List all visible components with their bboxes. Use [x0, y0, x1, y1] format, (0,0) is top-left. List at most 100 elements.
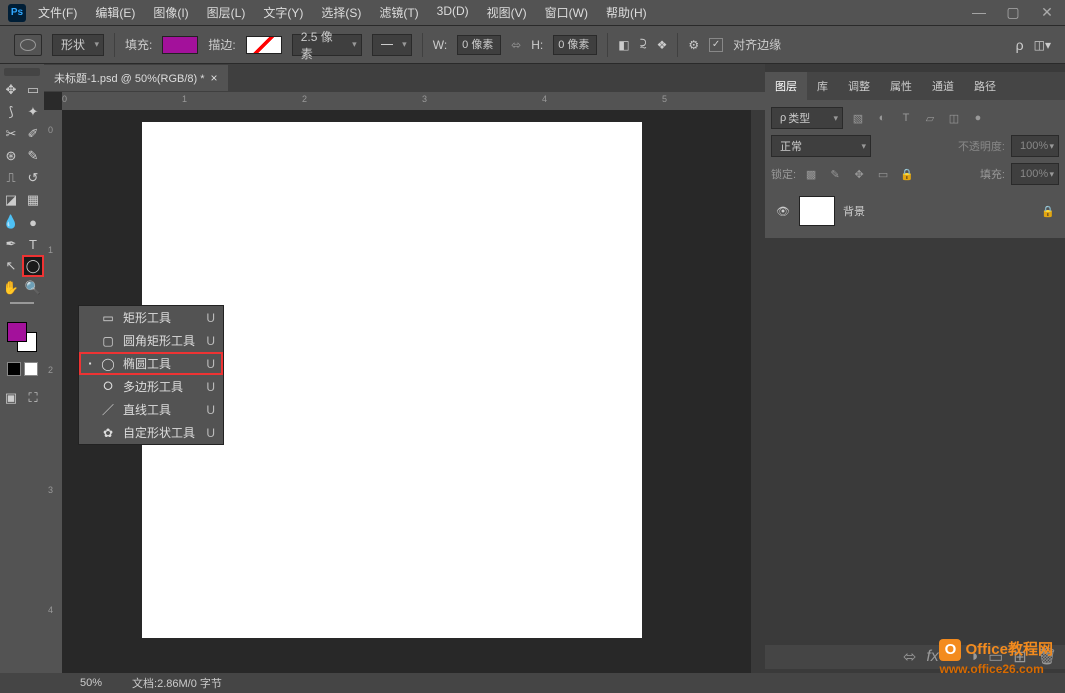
tab-libraries[interactable]: 库 — [807, 72, 838, 100]
filter-type-icon[interactable]: T — [897, 112, 915, 124]
fg-color[interactable] — [7, 322, 27, 342]
tab-close-icon[interactable]: × — [211, 71, 218, 85]
polygon-icon: ⭘ — [101, 379, 115, 394]
tab-channels[interactable]: 通道 — [922, 72, 964, 100]
gear-icon[interactable]: ⚙ — [688, 38, 699, 52]
move-tool[interactable]: ✥ — [1, 80, 21, 100]
ellipse-flyout-icon: ◯ — [101, 357, 115, 371]
menu-type[interactable]: 文字(Y) — [263, 4, 303, 21]
tab-adjustments[interactable]: 调整 — [838, 72, 880, 100]
path-ops-icon[interactable]: ◧ — [618, 38, 629, 52]
menu-items: 文件(F) 编辑(E) 图像(I) 图层(L) 文字(Y) 选择(S) 滤镜(T… — [38, 4, 647, 21]
tab-properties[interactable]: 属性 — [880, 72, 922, 100]
menu-file[interactable]: 文件(F) — [38, 4, 77, 21]
shape-mode-dropdown[interactable]: 形状 — [52, 34, 104, 56]
menu-layer[interactable]: 图层(L) — [207, 4, 246, 21]
fill-opacity-field[interactable]: 100% — [1011, 163, 1059, 185]
opacity-label: 不透明度: — [958, 138, 1005, 154]
width-field[interactable]: 0 像素 — [457, 35, 501, 55]
layer-row[interactable]: 👁 背景 🔒 — [771, 190, 1059, 232]
lock-artboard-icon[interactable]: ▭ — [874, 168, 892, 181]
tab-paths[interactable]: 路径 — [964, 72, 1006, 100]
height-field[interactable]: 0 像素 — [553, 35, 597, 55]
link-icon[interactable]: ⬄ — [511, 38, 521, 52]
close-button[interactable]: ✕ — [1037, 4, 1057, 21]
fx-icon[interactable]: fx — [926, 648, 938, 666]
gradient-tool[interactable]: ▦ — [23, 190, 43, 210]
menu-window[interactable]: 窗口(W) — [545, 4, 588, 21]
flyout-line[interactable]: ／直线工具U — [79, 398, 223, 421]
eyedropper-tool[interactable]: ✐ — [23, 124, 43, 144]
menu-select[interactable]: 选择(S) — [321, 4, 361, 21]
lock-all-icon[interactable]: 🔒 — [898, 168, 916, 181]
menu-3d[interactable]: 3D(D) — [437, 4, 469, 21]
align-icon[interactable]: ⫈ — [640, 37, 647, 52]
healing-tool[interactable]: ⊛ — [1, 146, 21, 166]
minimize-button[interactable]: — — [969, 4, 989, 21]
stamp-tool[interactable]: ⎍ — [1, 168, 21, 188]
menu-filter[interactable]: 滤镜(T) — [379, 4, 418, 21]
screenmode-tool[interactable]: ⛶ — [23, 388, 43, 408]
menu-view[interactable]: 视图(V) — [487, 4, 527, 21]
lock-move-icon[interactable]: ✥ — [850, 168, 868, 181]
stroke-width-field[interactable]: 2.5 像素 — [292, 34, 362, 56]
filter-toggle-icon[interactable]: ● — [969, 112, 987, 124]
layer-filter-dropdown[interactable]: ρ类型 — [771, 107, 843, 129]
blur-tool[interactable]: 💧 — [1, 212, 21, 232]
type-tool[interactable]: T — [23, 234, 43, 254]
hand-tool[interactable]: ✋ — [1, 278, 21, 298]
color-swatches[interactable] — [7, 322, 37, 352]
flyout-rounded-rectangle[interactable]: ▢圆角矩形工具U — [79, 329, 223, 352]
layer-thumbnail[interactable] — [799, 196, 835, 226]
stroke-style-dropdown[interactable] — [372, 34, 412, 56]
blend-mode-dropdown[interactable]: 正常 — [771, 135, 871, 157]
quickmask-tool[interactable]: ▣ — [1, 388, 21, 408]
flyout-polygon[interactable]: ⭘多边形工具U — [79, 375, 223, 398]
maximize-button[interactable]: ▢ — [1003, 4, 1023, 21]
scrollbar-vertical[interactable] — [751, 110, 765, 673]
menu-edit[interactable]: 编辑(E) — [95, 4, 135, 21]
doc-info[interactable]: 文档:2.86M/0 字节 — [132, 675, 222, 691]
current-tool-indicator[interactable] — [14, 34, 42, 56]
align-edges-checkbox[interactable]: ✓ — [709, 38, 723, 52]
stroke-swatch[interactable] — [246, 36, 282, 54]
watermark: OOffice教程网 www.office26.com — [939, 639, 1053, 678]
mini-black[interactable] — [7, 362, 21, 376]
lock-pixels-icon[interactable]: ▩ — [802, 168, 820, 181]
document-tab[interactable]: 未标题-1.psd @ 50%(RGB/8) * × — [44, 65, 228, 91]
visibility-icon[interactable]: 👁 — [775, 205, 791, 218]
arrange-icon[interactable]: ❖ — [657, 38, 668, 52]
flyout-custom-shape[interactable]: ✿自定形状工具U — [79, 421, 223, 444]
zoom-tool[interactable]: 🔍 — [23, 278, 43, 298]
workspace-icon[interactable]: ◫▾ — [1034, 38, 1051, 52]
crop-tool[interactable]: ✂ — [1, 124, 21, 144]
link-layers-icon[interactable]: ⬄ — [903, 647, 916, 667]
menu-help[interactable]: 帮助(H) — [606, 4, 647, 21]
search-icon[interactable]: ρ — [1016, 37, 1024, 53]
layer-lock-icon[interactable]: 🔒 — [1041, 205, 1055, 218]
opacity-field[interactable]: 100% — [1011, 135, 1059, 157]
menu-image[interactable]: 图像(I) — [153, 4, 188, 21]
history-brush-tool[interactable]: ↺ — [23, 168, 43, 188]
fill-swatch[interactable] — [162, 36, 198, 54]
dodge-tool[interactable]: ● — [23, 212, 43, 232]
brush-tool[interactable]: ✎ — [23, 146, 43, 166]
path-select-tool[interactable]: ↖ — [1, 256, 21, 276]
zoom-level[interactable]: 50% — [80, 677, 102, 689]
flyout-rectangle[interactable]: ▭矩形工具U — [79, 306, 223, 329]
tab-layers[interactable]: 图层 — [765, 72, 807, 100]
mini-white[interactable] — [24, 362, 38, 376]
toolbox-grip[interactable] — [4, 68, 40, 76]
marquee-tool[interactable]: ▭ — [23, 80, 43, 100]
shape-tool[interactable]: ◯ — [23, 256, 43, 276]
pen-tool[interactable]: ✒ — [1, 234, 21, 254]
filter-smart-icon[interactable]: ◫ — [945, 112, 963, 125]
filter-adjust-icon[interactable]: ◐ — [873, 112, 891, 124]
magic-wand-tool[interactable]: ✦ — [23, 102, 43, 122]
lock-brush-icon[interactable]: ✎ — [826, 168, 844, 181]
eraser-tool[interactable]: ◪ — [1, 190, 21, 210]
filter-image-icon[interactable]: ▧ — [849, 112, 867, 125]
flyout-ellipse[interactable]: ▪◯椭圆工具U — [79, 352, 223, 375]
filter-shape-icon[interactable]: ▱ — [921, 112, 939, 125]
lasso-tool[interactable]: ⟆ — [1, 102, 21, 122]
